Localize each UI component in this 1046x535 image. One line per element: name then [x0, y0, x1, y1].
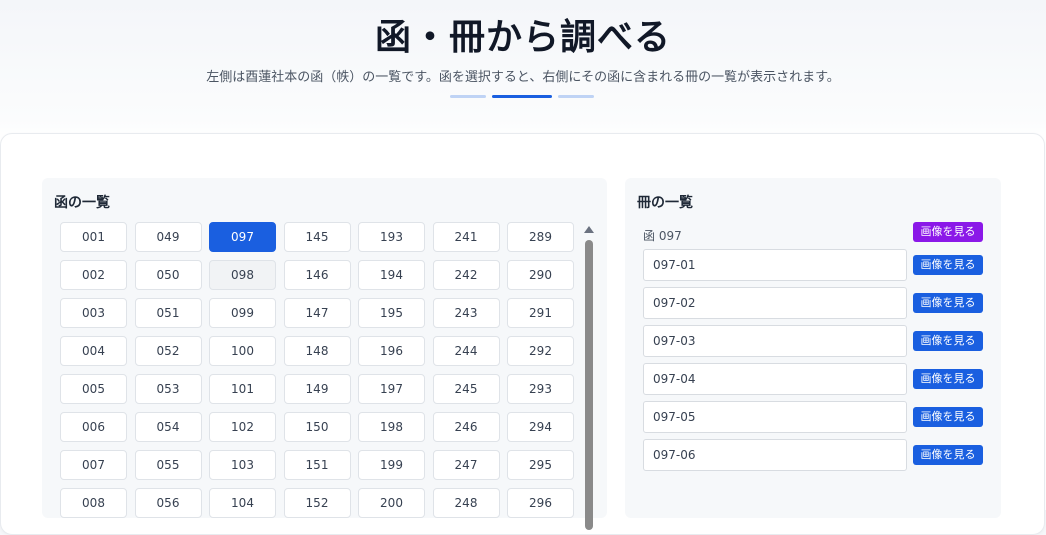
- box-button-054[interactable]: 054: [134, 412, 202, 442]
- box-button-050[interactable]: 050: [134, 260, 202, 290]
- box-button-051[interactable]: 051: [134, 298, 202, 328]
- box-button-152[interactable]: 152: [283, 488, 351, 518]
- selected-box-label: 函 097: [643, 229, 682, 243]
- box-button-002[interactable]: 002: [60, 260, 127, 290]
- box-button-104[interactable]: 104: [209, 488, 276, 518]
- box-button-199[interactable]: 199: [358, 450, 425, 480]
- box-grid: 001 002 003 004 005 006 007 008 049 050 051 052 053 0…: [60, 222, 575, 522]
- page-header: 函・冊から調べる 左側は酉蓮社本の函（帙）の一覧です。函を選択すると、右側にその…: [0, 0, 1046, 130]
- volume-list-panel: 冊の一覧 函 097 画像を見る 097-01 画像を見る 097-02 画像を見る 0…: [625, 178, 1001, 518]
- box-button-100[interactable]: 100: [209, 336, 276, 366]
- volume-field-097-03[interactable]: 097-03: [643, 325, 907, 357]
- volume-field-097-02[interactable]: 097-02: [643, 287, 907, 319]
- box-button-102[interactable]: 102: [209, 412, 276, 442]
- volume-field-097-01[interactable]: 097-01: [643, 249, 907, 281]
- box-button-242[interactable]: 242: [432, 260, 500, 290]
- box-button-007[interactable]: 007: [60, 450, 127, 480]
- volume-field-097-06[interactable]: 097-06: [643, 439, 907, 471]
- box-button-053[interactable]: 053: [134, 374, 202, 404]
- box-button-292[interactable]: 292: [507, 336, 574, 366]
- box-button-243[interactable]: 243: [432, 298, 500, 328]
- box-button-245[interactable]: 245: [432, 374, 500, 404]
- box-button-198[interactable]: 198: [358, 412, 425, 442]
- scroll-thumb[interactable]: [585, 240, 593, 530]
- box-button-289[interactable]: 289: [507, 222, 574, 252]
- page-title: 函・冊から調べる: [374, 17, 671, 58]
- box-button-200[interactable]: 200: [358, 488, 425, 518]
- box-grid-scrollbar[interactable]: [582, 222, 596, 530]
- box-button-248[interactable]: 248: [432, 488, 500, 518]
- box-button-099[interactable]: 099: [209, 298, 276, 328]
- box-button-004[interactable]: 004: [60, 336, 127, 366]
- view-volume-images-button[interactable]: 画像を見る: [913, 255, 983, 275]
- box-button-294[interactable]: 294: [507, 412, 574, 442]
- box-button-101[interactable]: 101: [209, 374, 276, 404]
- box-button-052[interactable]: 052: [134, 336, 202, 366]
- box-list-panel: 函の一覧 001 002 003 004 005 006 007 008 049 050 051 05…: [42, 178, 607, 530]
- box-button-247[interactable]: 247: [432, 450, 500, 480]
- box-button-103[interactable]: 103: [209, 450, 276, 480]
- box-button-194[interactable]: 194: [358, 260, 425, 290]
- box-button-295[interactable]: 295: [507, 450, 574, 480]
- step-2: [492, 95, 552, 98]
- box-button-146[interactable]: 146: [283, 260, 351, 290]
- box-button-098[interactable]: 098: [209, 260, 276, 290]
- view-volume-images-button[interactable]: 画像を見る: [913, 331, 983, 351]
- scroll-up-arrow-icon[interactable]: [584, 226, 594, 233]
- view-volume-images-button[interactable]: 画像を見る: [913, 445, 983, 465]
- box-button-147[interactable]: 147: [283, 298, 351, 328]
- box-button-291[interactable]: 291: [507, 298, 574, 328]
- view-volume-images-button[interactable]: 画像を見る: [913, 293, 983, 313]
- box-button-290[interactable]: 290: [507, 260, 574, 290]
- box-button-151[interactable]: 151: [283, 450, 351, 480]
- view-volume-images-button[interactable]: 画像を見る: [913, 407, 983, 427]
- box-button-001[interactable]: 001: [60, 222, 127, 252]
- box-button-005[interactable]: 005: [60, 374, 127, 404]
- box-button-197[interactable]: 197: [358, 374, 425, 404]
- box-button-148[interactable]: 148: [283, 336, 351, 366]
- box-button-296[interactable]: 296: [507, 488, 574, 518]
- box-button-241[interactable]: 241: [432, 222, 500, 252]
- view-box-images-button[interactable]: 画像を見る: [913, 222, 983, 242]
- view-volume-images-button[interactable]: 画像を見る: [913, 369, 983, 389]
- page-subtitle: 左側は酉蓮社本の函（帙）の一覧です。函を選択すると、右側にその函に含まれる冊の一…: [206, 70, 840, 85]
- box-button-193[interactable]: 193: [358, 222, 425, 252]
- box-button-293[interactable]: 293: [507, 374, 574, 404]
- volume-field-097-04[interactable]: 097-04: [643, 363, 907, 395]
- box-button-055[interactable]: 055: [134, 450, 202, 480]
- box-button-056[interactable]: 056: [134, 488, 202, 518]
- box-button-196[interactable]: 196: [358, 336, 425, 366]
- box-button-195[interactable]: 195: [358, 298, 425, 328]
- box-button-049[interactable]: 049: [134, 222, 202, 252]
- box-button-246[interactable]: 246: [432, 412, 500, 442]
- step-3: [558, 95, 594, 98]
- box-button-003[interactable]: 003: [60, 298, 127, 328]
- step-1: [450, 95, 486, 98]
- box-button-008[interactable]: 008: [60, 488, 127, 518]
- box-button-145[interactable]: 145: [283, 222, 351, 252]
- box-button-150[interactable]: 150: [283, 412, 351, 442]
- box-button-097[interactable]: 097: [209, 222, 276, 252]
- box-button-149[interactable]: 149: [283, 374, 351, 404]
- volume-list-title: 冊の一覧: [637, 195, 693, 211]
- box-list-title: 函の一覧: [54, 195, 110, 211]
- box-button-006[interactable]: 006: [60, 412, 127, 442]
- volume-field-097-05[interactable]: 097-05: [643, 401, 907, 433]
- box-button-244[interactable]: 244: [432, 336, 500, 366]
